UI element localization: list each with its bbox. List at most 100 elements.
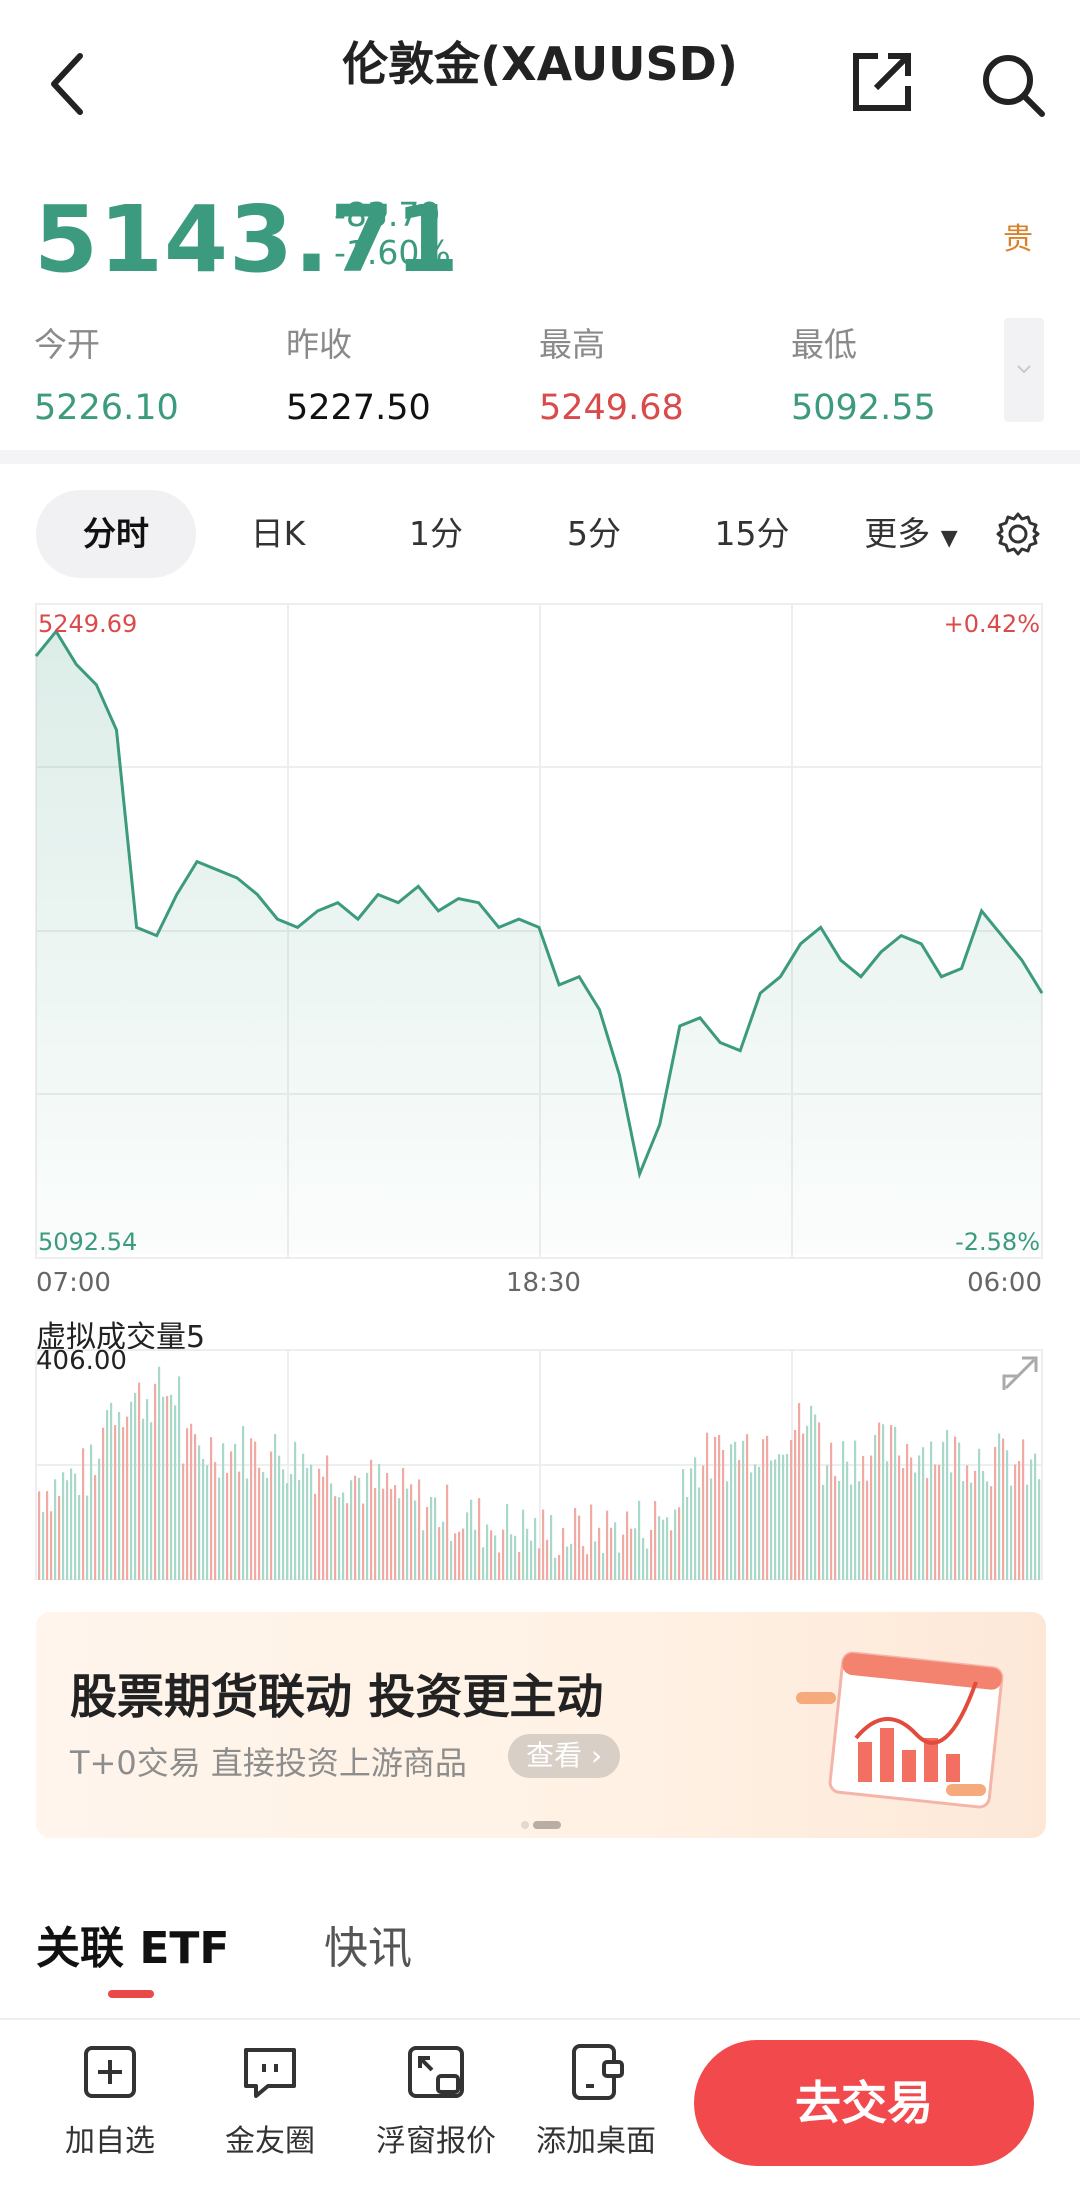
volume-bar bbox=[686, 1496, 689, 1580]
volume-bar bbox=[854, 1440, 857, 1580]
volume-bar bbox=[50, 1511, 53, 1580]
tab-related-etf[interactable]: 关联 ETF bbox=[36, 1912, 229, 1976]
volume-bar bbox=[162, 1396, 165, 1580]
y-bottom-label: 5092.54 bbox=[38, 1228, 137, 1256]
tab-5min[interactable]: 5分 bbox=[534, 490, 654, 578]
tab-1min[interactable]: 1分 bbox=[376, 490, 496, 578]
volume-bar bbox=[358, 1477, 361, 1580]
volume-bar bbox=[134, 1392, 137, 1580]
volume-bar bbox=[638, 1500, 641, 1580]
tab-15min[interactable]: 15分 bbox=[692, 490, 812, 578]
page-title: 伦敦金(XAUUSD) bbox=[342, 37, 738, 91]
volume-bar bbox=[842, 1441, 845, 1580]
volume-bar bbox=[650, 1529, 653, 1580]
stat-label: 今开 bbox=[34, 325, 100, 364]
volume-bar bbox=[858, 1481, 861, 1580]
volume-bar bbox=[962, 1481, 965, 1580]
volume-bar bbox=[494, 1535, 497, 1580]
volume-bar bbox=[70, 1468, 73, 1580]
volume-bar bbox=[430, 1497, 433, 1580]
volume-bar bbox=[506, 1504, 509, 1580]
volume-bar bbox=[970, 1482, 973, 1580]
volume-bar bbox=[246, 1478, 249, 1580]
volume-bar bbox=[90, 1444, 93, 1580]
volume-bar bbox=[42, 1512, 45, 1580]
volume-bar bbox=[326, 1455, 329, 1580]
volume-bar bbox=[718, 1434, 721, 1580]
volume-bar bbox=[406, 1488, 409, 1580]
volume-bar bbox=[734, 1441, 737, 1580]
float-quote-button[interactable]: 浮窗报价 bbox=[366, 2040, 506, 2160]
tab-daily-k[interactable]: 日K bbox=[218, 490, 338, 578]
trade-button[interactable]: 去交易 bbox=[694, 2040, 1034, 2166]
chevron-left-icon[interactable] bbox=[36, 44, 100, 124]
volume-bar bbox=[182, 1463, 185, 1580]
volume-bar bbox=[270, 1451, 273, 1580]
search-icon[interactable] bbox=[976, 48, 1048, 120]
volume-chart[interactable] bbox=[0, 1340, 1080, 1580]
community-button[interactable]: 金友圈 bbox=[200, 2040, 340, 2160]
tab-news-flash[interactable]: 快讯 bbox=[324, 1912, 412, 1976]
volume-bar bbox=[898, 1455, 901, 1580]
volume-bar bbox=[470, 1499, 473, 1580]
volume-bar bbox=[514, 1535, 517, 1580]
settings-icon[interactable] bbox=[994, 510, 1042, 558]
volume-bar bbox=[214, 1462, 217, 1580]
tab-more[interactable]: 更多 ▼ bbox=[846, 490, 976, 578]
banner-cta-label: 查看 bbox=[526, 1739, 583, 1772]
stat-value: 5227.50 bbox=[286, 388, 431, 428]
volume-bar bbox=[202, 1458, 205, 1580]
volume-bar bbox=[338, 1497, 341, 1580]
chart-illustration-icon bbox=[796, 1651, 1004, 1809]
x-tick-label: 18:30 bbox=[506, 1268, 581, 1298]
volume-bar bbox=[602, 1553, 605, 1580]
fullscreen-icon[interactable] bbox=[1002, 1356, 1038, 1390]
x-tick-label: 06:00 bbox=[967, 1268, 1042, 1298]
volume-bar bbox=[750, 1472, 753, 1580]
volume-bar bbox=[258, 1467, 261, 1580]
volume-bar bbox=[178, 1376, 181, 1580]
tool-label: 浮窗报价 bbox=[376, 2124, 496, 2159]
stat-prev-close: 昨收 5227.50 bbox=[286, 318, 526, 428]
stat-high: 最高 5249.68 bbox=[539, 318, 779, 428]
volume-bar bbox=[302, 1453, 305, 1580]
banner-cta-button[interactable]: 查看 › bbox=[508, 1734, 621, 1778]
volume-bar bbox=[874, 1434, 877, 1580]
y-top-label: 5249.69 bbox=[38, 610, 137, 638]
volume-bar bbox=[486, 1524, 489, 1580]
promo-banner[interactable]: 股票期货联动 投资更主动 T+0交易 直接投资上游商品 查看 › bbox=[36, 1612, 1046, 1838]
volume-bar bbox=[266, 1477, 269, 1580]
volume-bar bbox=[1018, 1461, 1021, 1580]
volume-bar bbox=[314, 1493, 317, 1580]
chat-icon bbox=[244, 2048, 296, 2098]
volume-bar bbox=[878, 1422, 881, 1580]
volume-bar bbox=[450, 1540, 453, 1580]
volume-bar bbox=[426, 1507, 429, 1580]
volume-bar bbox=[410, 1484, 413, 1580]
volume-bar bbox=[526, 1528, 529, 1580]
volume-bar bbox=[106, 1410, 109, 1580]
volume-bar bbox=[666, 1517, 669, 1580]
change-amount: -83.79 bbox=[334, 195, 441, 234]
volume-bar bbox=[570, 1543, 573, 1580]
volume-bar bbox=[1030, 1459, 1033, 1580]
volume-bar bbox=[478, 1498, 481, 1580]
volume-bar bbox=[702, 1465, 705, 1580]
expand-stats-button[interactable] bbox=[1004, 318, 1044, 422]
add-watchlist-button[interactable]: 加自选 bbox=[40, 2040, 180, 2160]
volume-bar bbox=[770, 1460, 773, 1580]
volume-bar bbox=[646, 1548, 649, 1580]
volume-bar bbox=[518, 1552, 521, 1580]
share-icon[interactable] bbox=[848, 48, 916, 116]
float-window-icon bbox=[408, 2046, 464, 2098]
chevron-right-icon: › bbox=[590, 1739, 603, 1772]
volume-bar bbox=[986, 1481, 989, 1580]
volume-bar bbox=[110, 1402, 113, 1580]
intraday-price-chart[interactable]: 5249.69 5092.54 +0.42% -2.58% bbox=[0, 600, 1080, 1260]
volume-bar bbox=[226, 1472, 229, 1580]
volume-bar bbox=[682, 1469, 685, 1580]
tab-intraday[interactable]: 分时 bbox=[36, 490, 196, 578]
volume-bar bbox=[866, 1480, 869, 1580]
volume-bar bbox=[474, 1529, 477, 1580]
add-desktop-button[interactable]: 添加桌面 bbox=[526, 2040, 666, 2160]
